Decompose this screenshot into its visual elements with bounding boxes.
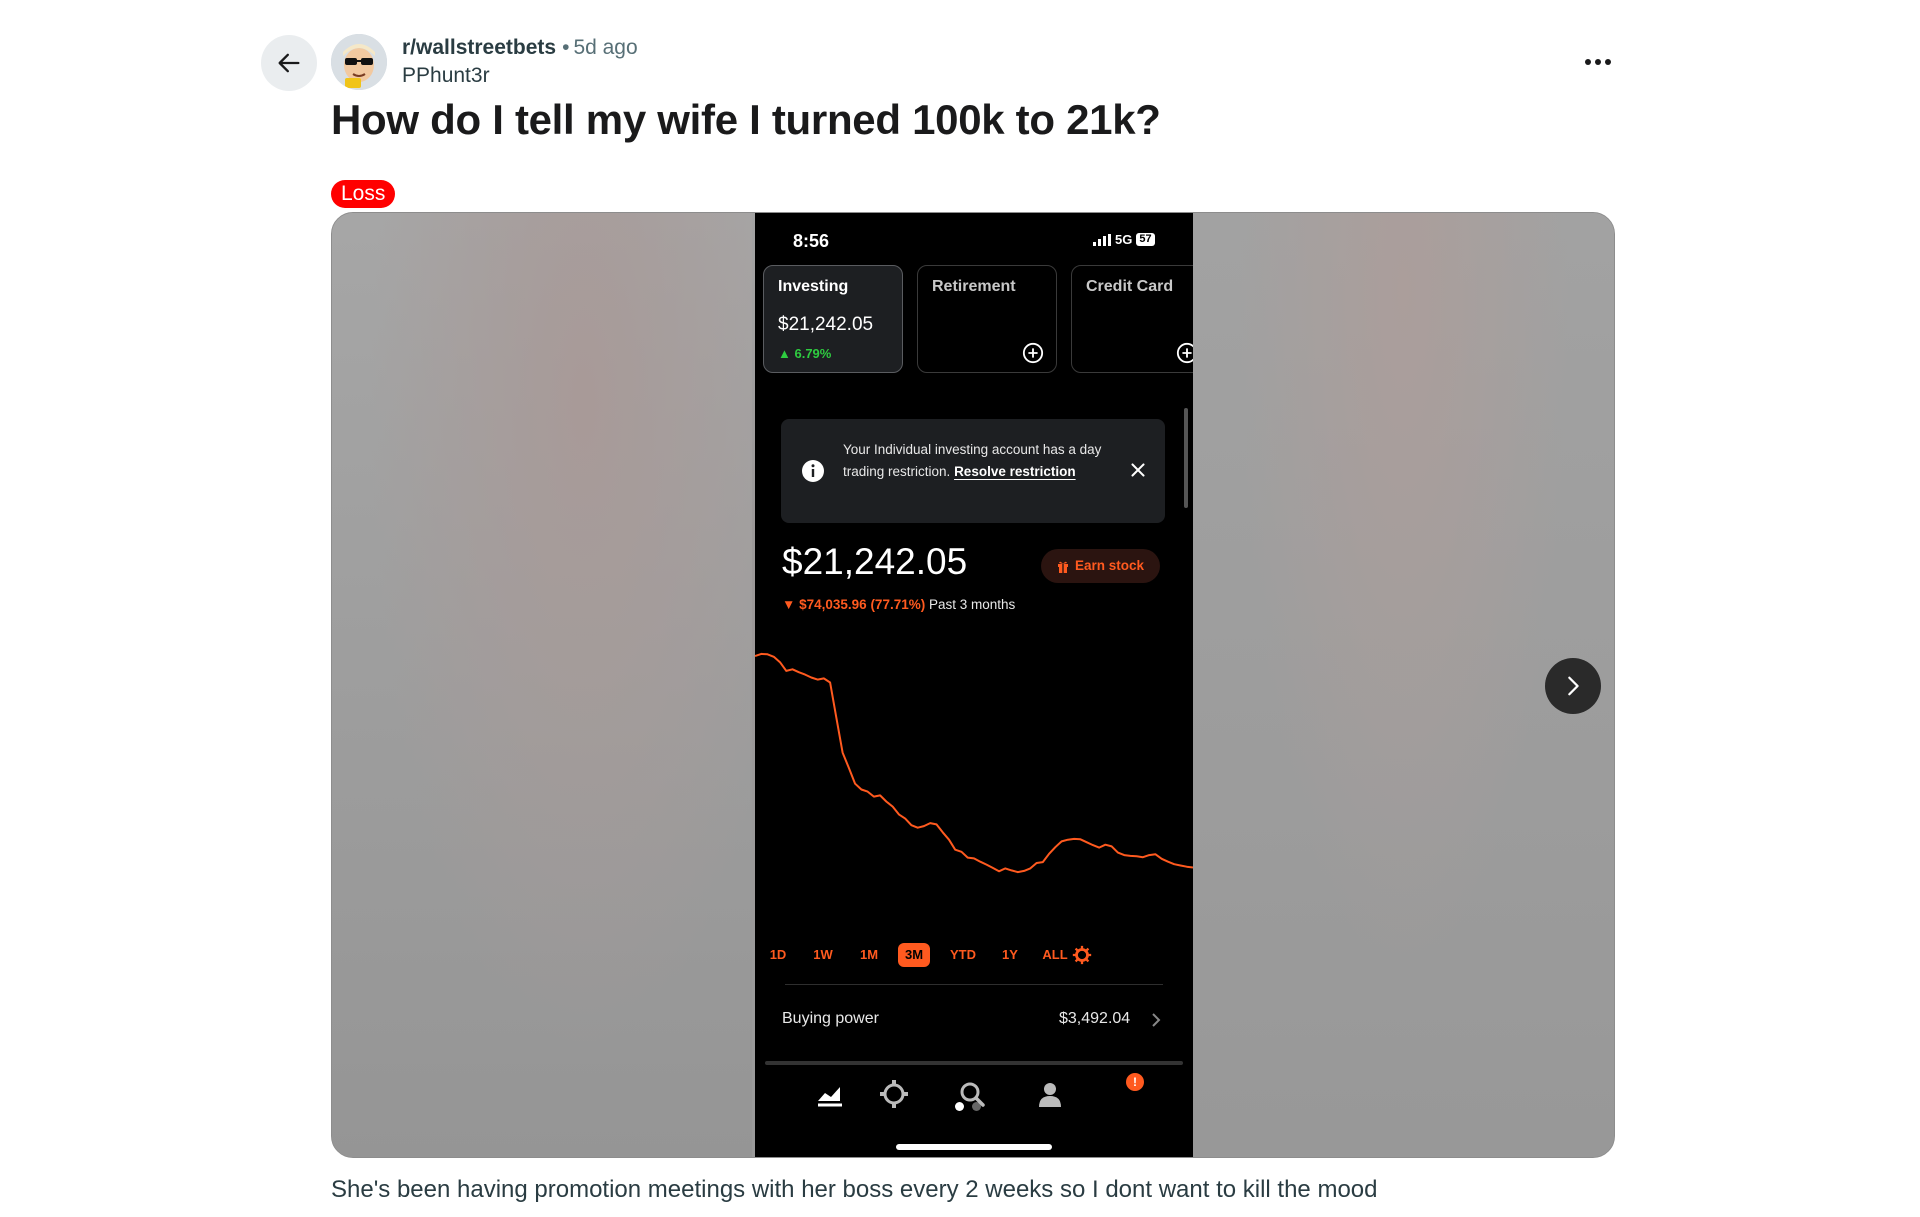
resolve-restriction-link[interactable]: Resolve restriction: [954, 464, 1076, 479]
account-label: Credit Card: [1086, 278, 1174, 295]
status-time: 8:56: [793, 231, 830, 251]
range-3m[interactable]: 3M: [898, 943, 930, 967]
meta-separator: •: [562, 36, 570, 59]
range-ytd[interactable]: YTD: [943, 943, 983, 967]
network-label: 5G: [1115, 232, 1133, 247]
author-username[interactable]: PPhunt3r: [402, 64, 490, 88]
account-label: Investing: [778, 278, 849, 295]
portfolio-series-line: [755, 652, 1193, 874]
chart-tab-icon[interactable]: [815, 1079, 845, 1109]
more-horizontal-icon: [1585, 59, 1611, 65]
arrow-left-icon: [278, 53, 300, 73]
blurred-background-left: [332, 213, 752, 1157]
restriction-notice: Your Individual investing account has a …: [781, 419, 1165, 523]
phone-screenshot: 8:56 5G 57 Investing $21,242.05 ▲ 6.79% …: [755, 213, 1193, 1157]
chevron-right-icon[interactable]: [1149, 1011, 1163, 1029]
home-indicator: [896, 1144, 1052, 1150]
post-time: 5d ago: [573, 36, 638, 59]
crypto-tab-icon[interactable]: [879, 1079, 909, 1109]
post-title: How do I tell my wife I turned 100k to 2…: [331, 96, 1161, 143]
notification-badge: !: [1126, 1073, 1144, 1091]
range-1w[interactable]: 1W: [808, 943, 838, 967]
post-media-gallery[interactable]: 8:56 5G 57 Investing $21,242.05 ▲ 6.79% …: [331, 212, 1615, 1158]
gift-icon: [1058, 561, 1068, 573]
info-icon: [802, 460, 824, 482]
change-amount: $74,035.96 (77.71%): [799, 597, 926, 612]
gallery-next-button[interactable]: [1545, 658, 1601, 714]
subreddit-name[interactable]: r/wallstreetbets: [402, 36, 556, 59]
portfolio-line-chart[interactable]: [755, 643, 1193, 883]
post-meta: r/wallstreetbets • 5d ago: [402, 36, 638, 60]
divider: [785, 984, 1163, 985]
close-icon[interactable]: [1127, 459, 1149, 481]
account-tab-icon[interactable]: [1035, 1079, 1065, 1109]
subreddit-avatar[interactable]: [331, 34, 387, 90]
signal-icon: [1093, 233, 1111, 246]
range-1d[interactable]: 1D: [763, 943, 793, 967]
search-tab-icon[interactable]: [957, 1079, 987, 1109]
time-range-selector: 1D 1W 1M 3M YTD 1Y ALL: [755, 943, 1193, 971]
notice-text: Your Individual investing account has a …: [843, 439, 1113, 483]
post-body: She's been having promotion meetings wit…: [331, 1176, 1378, 1203]
change-period: Past 3 months: [929, 597, 1016, 612]
more-options-button[interactable]: [1578, 44, 1618, 80]
earn-stock-button[interactable]: Earn stock: [1041, 549, 1161, 583]
range-1m[interactable]: 1M: [854, 943, 884, 967]
period-change: ▼ $74,035.96 (77.71%) Past 3 months: [782, 597, 1015, 612]
account-value: $21,242.05: [778, 314, 874, 335]
battery-icon: 57: [1136, 233, 1155, 246]
earn-stock-label: Earn stock: [1075, 558, 1145, 573]
post-flair[interactable]: Loss: [331, 180, 396, 208]
tab-bar-edge: [765, 1061, 1183, 1065]
account-card-retirement[interactable]: Retirement: [917, 265, 1057, 373]
account-label: Retirement: [932, 278, 1016, 295]
range-1y[interactable]: 1Y: [995, 943, 1025, 967]
portfolio-balance: $21,242.05: [782, 541, 968, 582]
range-all[interactable]: ALL: [1038, 943, 1072, 967]
buying-power-label[interactable]: Buying power: [782, 1010, 879, 1028]
scrollbar[interactable]: [1184, 408, 1188, 508]
account-card-credit-card[interactable]: Credit Card: [1071, 265, 1193, 373]
add-circle-icon[interactable]: [1022, 342, 1044, 364]
account-change: ▲ 6.79%: [778, 346, 832, 361]
account-card-investing[interactable]: Investing $21,242.05 ▲ 6.79%: [763, 265, 903, 373]
loss-triangle-icon: ▼: [782, 597, 800, 612]
chart-settings-gear-icon[interactable]: [1071, 944, 1093, 966]
back-button[interactable]: [261, 35, 317, 91]
status-indicators: 5G 57: [1093, 232, 1155, 247]
chevron-right-icon: [1568, 676, 1579, 696]
buying-power-value: $3,492.04: [1059, 1010, 1131, 1027]
add-circle-icon[interactable]: [1176, 342, 1193, 364]
